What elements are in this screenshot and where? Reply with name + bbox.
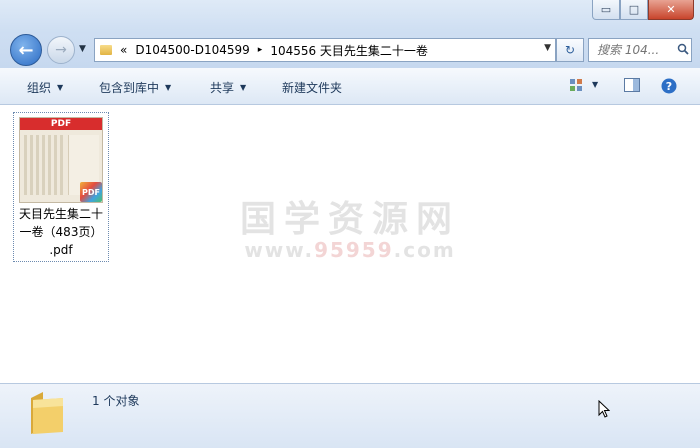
maximize-icon: □ (628, 3, 640, 16)
maximize-button[interactable]: □ (620, 0, 648, 20)
window-controls: ▭ □ ✕ (592, 0, 694, 20)
view-options-button[interactable] (569, 78, 583, 95)
forward-arrow-icon: → (55, 42, 67, 58)
back-arrow-icon: ← (18, 39, 34, 61)
refresh-button[interactable]: ↻ (556, 38, 584, 62)
watermark-url-suffix: .com (393, 238, 456, 262)
recent-pages-dropdown[interactable]: ▼ (79, 44, 86, 54)
watermark-url: www.95959.com (240, 238, 460, 262)
svg-text:?: ? (666, 80, 672, 93)
address-bar[interactable]: « D104500-D104599 ▸ 104556 天目先生集二十一卷 ▼ (94, 38, 556, 62)
include-in-library-menu[interactable]: 包含到库中 ▼ (99, 79, 171, 96)
pdf-icon: PDF (80, 182, 102, 202)
help-icon: ? (661, 78, 677, 97)
watermark-url-number: 95959 (314, 238, 394, 262)
folder-icon (27, 390, 67, 436)
watermark-url-prefix: www. (244, 238, 315, 262)
watermark-text: 国学资源网 (240, 199, 461, 240)
breadcrumb-item[interactable]: 104556 天目先生集二十一卷 (270, 42, 428, 59)
scanned-page-left (24, 135, 64, 195)
file-name: 天目先生集二十 一卷（483页） .pdf (14, 205, 108, 259)
command-bar: 组织 ▼ 包含到库中 ▼ 共享 ▼ 新建文件夹 ▼ ? (0, 68, 700, 105)
item-count: 1 个对象 (92, 394, 140, 408)
minimize-icon: ▭ (600, 3, 612, 16)
search-icon (677, 43, 689, 58)
title-bar: ▭ □ ✕ (0, 0, 700, 30)
breadcrumb-item[interactable]: D104500-D104599 (135, 43, 249, 57)
share-label: 共享 (210, 81, 235, 95)
pdf-thumbnail: PDF PDF (19, 117, 103, 203)
mouse-cursor-icon (598, 399, 611, 421)
watermark: 国学资源网 www.95959.com (240, 190, 460, 262)
close-icon: ✕ (666, 3, 676, 16)
include-library-label: 包含到库中 (99, 81, 160, 95)
details-pane: 1 个对象 (0, 383, 700, 448)
close-button[interactable]: ✕ (648, 0, 694, 20)
organize-label: 组织 (27, 81, 52, 95)
refresh-icon: ↻ (564, 43, 576, 57)
view-grid-icon (569, 79, 583, 95)
share-menu[interactable]: 共享 ▼ (210, 79, 246, 96)
help-button[interactable]: ? (661, 78, 677, 97)
file-name-line: 天目先生集二十 (18, 207, 103, 221)
search-box[interactable] (588, 38, 692, 62)
preview-pane-button[interactable] (624, 78, 640, 95)
pdf-thumbnail-header: PDF (20, 118, 102, 130)
new-folder-button[interactable]: 新建文件夹 (282, 79, 342, 96)
file-name-line: 一卷（483页） (19, 225, 103, 239)
chevron-down-icon: ▼ (165, 83, 172, 92)
forward-button[interactable]: → (47, 36, 75, 64)
breadcrumb-overflow-button[interactable]: « (120, 43, 127, 57)
chevron-down-icon: ▼ (240, 83, 247, 92)
preview-pane-icon (624, 78, 640, 95)
file-name-line: .pdf (49, 243, 73, 257)
view-options-dropdown[interactable]: ▼ (592, 80, 598, 89)
address-row: ← → ▼ « D104500-D104599 ▸ 104556 天目先生集二十… (0, 30, 700, 68)
breadcrumb-separator-icon[interactable]: ▸ (258, 45, 263, 55)
chevron-down-icon: ▼ (57, 83, 64, 92)
back-button[interactable]: ← (10, 34, 42, 66)
folder-icon (100, 45, 112, 55)
organize-menu[interactable]: 组织 ▼ (27, 79, 63, 96)
address-dropdown-button[interactable]: ▼ (544, 43, 551, 53)
breadcrumb: « D104500-D104599 ▸ 104556 天目先生集二十一卷 (120, 42, 436, 59)
file-item[interactable]: PDF PDF 天目先生集二十 一卷（483页） .pdf (13, 112, 109, 262)
minimize-button[interactable]: ▭ (592, 0, 620, 20)
search-input[interactable] (595, 42, 677, 58)
